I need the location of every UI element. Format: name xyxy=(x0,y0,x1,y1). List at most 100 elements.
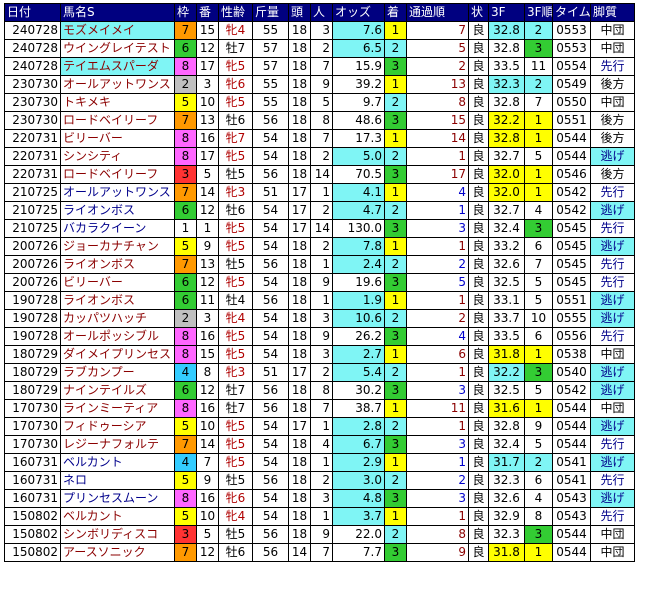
horse-name: カッパツハッチ xyxy=(60,309,175,328)
table-row: 170730 ラインミーティア 8 16 牡7 56 18 7 38.7 1 11 良 31.6 1 054… xyxy=(4,399,635,418)
waku-number: 7 xyxy=(174,21,197,40)
race-date: 190728 xyxy=(4,291,61,310)
popularity: 1 xyxy=(310,453,333,472)
horse-number: 3 xyxy=(196,309,219,328)
running-style: 先行 xyxy=(590,435,635,454)
popularity: 7 xyxy=(310,57,333,76)
carried-weight: 54 xyxy=(252,129,289,148)
waku-number: 3 xyxy=(174,165,197,184)
header-passing-order: 通過順 xyxy=(406,3,469,22)
last-3f-rank: 9 xyxy=(524,417,553,436)
race-time: 0541 xyxy=(552,453,591,472)
last-3f: 33.1 xyxy=(488,291,525,310)
popularity: 2 xyxy=(310,39,333,58)
race-time: 0544 xyxy=(552,129,591,148)
race-time: 0556 xyxy=(552,327,591,346)
popularity: 3 xyxy=(310,489,333,508)
last-3f: 32.8 xyxy=(488,39,525,58)
last-3f-rank: 7 xyxy=(524,255,553,274)
sex-age: 牡7 xyxy=(218,381,253,400)
race-time: 0545 xyxy=(552,273,591,292)
track-condition: 良 xyxy=(468,75,489,94)
last-3f: 33.7 xyxy=(488,309,525,328)
odds: 7.7 xyxy=(332,543,385,562)
carried-weight: 57 xyxy=(252,39,289,58)
horse-name: ビリーバー xyxy=(60,273,175,292)
race-date: 240728 xyxy=(4,21,61,40)
carried-weight: 54 xyxy=(252,417,289,436)
track-condition: 良 xyxy=(468,201,489,220)
running-style: 後方 xyxy=(590,129,635,148)
header-running-style: 脚質 xyxy=(590,3,635,22)
horse-name: プリンセスムーン xyxy=(60,489,175,508)
track-condition: 良 xyxy=(468,111,489,130)
race-date: 210725 xyxy=(4,219,61,238)
table-row: 230730 トキメキ 5 10 牝5 55 18 5 9.7 2 8 良 32.8 7 0550 中団 xyxy=(4,93,635,112)
table-row: 230730 ロードベイリーフ 7 13 牡6 56 18 8 48.6 3 15 良 32.2 1 055… xyxy=(4,111,635,130)
finish-position: 3 xyxy=(384,219,407,238)
popularity: 1 xyxy=(310,417,333,436)
sex-age: 牝5 xyxy=(218,237,253,256)
last-3f: 32.3 xyxy=(488,471,525,490)
carried-weight: 54 xyxy=(252,201,289,220)
odds: 2.9 xyxy=(332,453,385,472)
field-size: 18 xyxy=(288,309,311,328)
odds: 3.7 xyxy=(332,507,385,526)
track-condition: 良 xyxy=(468,417,489,436)
race-date: 150802 xyxy=(4,507,61,526)
table-row: 180729 ダイメイプリンセス 8 15 牝5 54 18 3 2.7 1 6 良 31.8 1 0538… xyxy=(4,345,635,364)
horse-number: 10 xyxy=(196,417,219,436)
race-date: 190728 xyxy=(4,327,61,346)
last-3f-rank: 4 xyxy=(524,489,553,508)
horse-number: 17 xyxy=(196,147,219,166)
horse-name: ライオンボス xyxy=(60,291,175,310)
track-condition: 良 xyxy=(468,507,489,526)
header-3f-rank: 3F順 xyxy=(524,3,553,22)
running-style: 先行 xyxy=(590,507,635,526)
last-3f: 32.2 xyxy=(488,363,525,382)
last-3f-rank: 2 xyxy=(524,453,553,472)
popularity: 4 xyxy=(310,435,333,454)
field-size: 18 xyxy=(288,39,311,58)
finish-position: 2 xyxy=(384,363,407,382)
field-size: 18 xyxy=(288,273,311,292)
horse-number: 13 xyxy=(196,255,219,274)
passing-order: 17 xyxy=(406,165,469,184)
waku-number: 8 xyxy=(174,489,197,508)
header-date: 日付 xyxy=(4,3,61,22)
popularity: 1 xyxy=(310,255,333,274)
last-3f: 33.5 xyxy=(488,57,525,76)
track-condition: 良 xyxy=(468,219,489,238)
table-row: 220731 ビリーバー 8 16 牝7 54 18 7 17.3 1 14 良 32.8 1 0544 後方 xyxy=(4,129,635,148)
sex-age: 牡7 xyxy=(218,39,253,58)
finish-position: 2 xyxy=(384,525,407,544)
last-3f-rank: 1 xyxy=(524,183,553,202)
track-condition: 良 xyxy=(468,147,489,166)
passing-order: 15 xyxy=(406,111,469,130)
last-3f: 32.3 xyxy=(488,75,525,94)
running-style: 後方 xyxy=(590,75,635,94)
track-condition: 良 xyxy=(468,309,489,328)
running-style: 逃げ xyxy=(590,381,635,400)
carried-weight: 56 xyxy=(252,471,289,490)
field-size: 17 xyxy=(288,219,311,238)
sex-age: 牡4 xyxy=(218,291,253,310)
passing-order: 1 xyxy=(406,201,469,220)
horse-number: 16 xyxy=(196,327,219,346)
horse-number: 1 xyxy=(196,219,219,238)
table-row: 150802 アースソニック 7 12 牡6 56 14 7 7.7 3 9 良 31.8 1 0544 中団 xyxy=(4,543,635,562)
sex-age: 牝4 xyxy=(218,507,253,526)
carried-weight: 56 xyxy=(252,543,289,562)
track-condition: 良 xyxy=(468,255,489,274)
race-time: 0551 xyxy=(552,291,591,310)
sex-age: 牡5 xyxy=(218,165,253,184)
running-style: 先行 xyxy=(590,255,635,274)
last-3f-rank: 1 xyxy=(524,543,553,562)
running-style: 中団 xyxy=(590,543,635,562)
horse-name: バカラクイーン xyxy=(60,219,175,238)
carried-weight: 55 xyxy=(252,93,289,112)
table-row: 240728 ウイングレイテスト 6 12 牡7 57 18 2 6.5 2 5 良 32.8 3 0553… xyxy=(4,39,635,58)
last-3f: 32.7 xyxy=(488,147,525,166)
finish-position: 1 xyxy=(384,345,407,364)
last-3f-rank: 2 xyxy=(524,75,553,94)
